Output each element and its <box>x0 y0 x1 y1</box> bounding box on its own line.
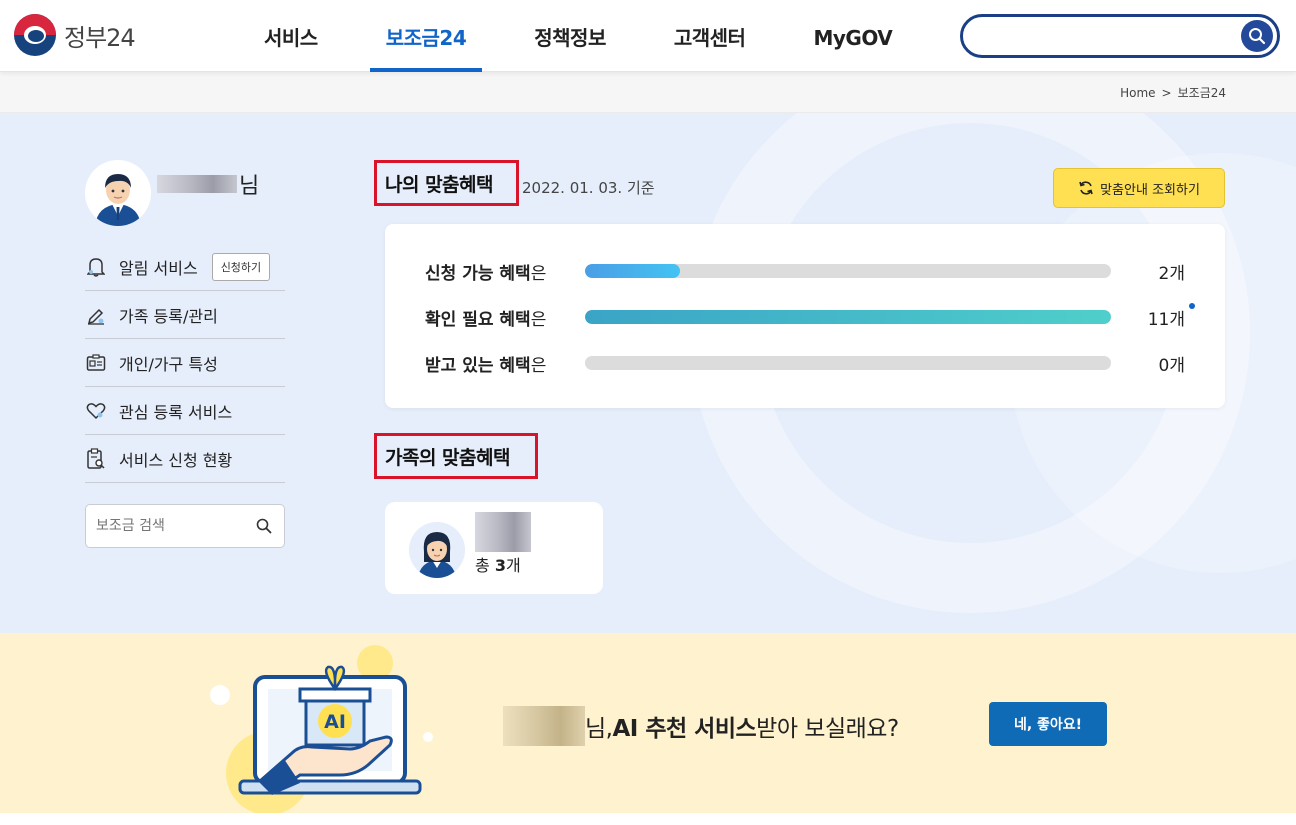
clipboard-search-icon <box>85 447 107 470</box>
top-header: 정부24 서비스 보조금24 정책정보 고객센터 MyGOV <box>0 0 1296 72</box>
svg-text:AI: AI <box>324 711 346 733</box>
user-avatar <box>85 160 151 226</box>
refresh-benefits-label: 맞춤안내 조회하기 <box>1100 182 1200 198</box>
subsidy-search-input[interactable] <box>96 515 246 537</box>
refresh-icon <box>1079 181 1093 195</box>
benefit-progress-fill <box>585 264 680 278</box>
breadcrumb-bar: Home > 보조금24 <box>0 72 1296 113</box>
family-member-card[interactable]: 총 3개 <box>385 502 603 594</box>
sidebar-item-interest[interactable]: 관심 등록 서비스 <box>85 387 285 435</box>
benefit-progress-track <box>585 264 1111 278</box>
sidebar-item-label: 알림 서비스 <box>119 258 198 278</box>
family-member-name <box>475 512 531 552</box>
logo-text: 정부24 <box>64 23 136 52</box>
family-benefits-title: 가족의 맞춤혜택 <box>374 433 538 479</box>
search-icon[interactable] <box>256 518 272 538</box>
accept-ai-button[interactable]: 네, 좋아요! <box>989 702 1107 746</box>
breadcrumb-current: 보조금24 <box>1177 86 1226 100</box>
benefit-label: 확인 필요 혜택은 <box>425 309 547 330</box>
chevron-right-icon: > <box>1161 85 1172 100</box>
notification-apply-button[interactable]: 신청하기 <box>211 252 271 281</box>
header-search-input[interactable] <box>960 14 1280 58</box>
search-icon <box>1249 28 1266 45</box>
my-benefits-card: 신청 가능 혜택은 2개 확인 필요 혜택은 11개 받고 있는 혜택은 0개 <box>385 224 1225 408</box>
my-benefits-title: 나의 맞춤혜택 <box>374 160 519 206</box>
ai-recommendation-banner: AI 님, AI 추천 서비스 받아 보실래요? 네, 좋아요! <box>0 633 1296 813</box>
sidebar-item-characteristics[interactable]: 개인/가구 특성 <box>85 339 285 387</box>
site-logo[interactable]: 정부24 <box>14 14 136 56</box>
breadcrumb: Home > 보조금24 <box>1120 84 1226 101</box>
user-name-suffix: 님 <box>239 174 260 199</box>
benefit-label: 받고 있는 혜택은 <box>425 355 547 376</box>
header-search-button[interactable] <box>1241 20 1273 52</box>
sidebar-item-family[interactable]: 가족 등록/관리 <box>85 291 285 339</box>
benefit-count: 0개 <box>1158 355 1185 376</box>
sidebar-item-label: 관심 등록 서비스 <box>119 402 233 422</box>
user-name: 님 <box>157 168 259 200</box>
footer-strip <box>0 813 1296 825</box>
sidebar-item-label: 가족 등록/관리 <box>119 306 218 326</box>
benefit-label: 신청 가능 혜택은 <box>425 263 547 284</box>
sidebar-item-label: 개인/가구 특성 <box>119 354 218 374</box>
new-badge-dot <box>1189 303 1195 309</box>
benefit-progress-track <box>585 310 1111 324</box>
benefit-row-receiving[interactable]: 받고 있는 혜택은 0개 <box>425 351 1185 376</box>
benefit-progress-fill <box>585 310 1111 324</box>
benefit-row-check-needed[interactable]: 확인 필요 혜택은 11개 <box>425 303 1195 330</box>
breadcrumb-home[interactable]: Home <box>1120 86 1155 100</box>
blurred-name <box>475 512 531 552</box>
nav-customer-center[interactable]: 고객센터 <box>640 0 780 72</box>
benefit-count: 11개 <box>1147 309 1185 330</box>
main-nav: 서비스 보조금24 정책정보 고객센터 MyGOV <box>230 0 926 72</box>
nav-service[interactable]: 서비스 <box>230 0 352 72</box>
banner-message: 님, AI 추천 서비스 받아 보실래요? <box>503 706 899 746</box>
pencil-icon <box>85 304 107 326</box>
subsidy-search-field <box>85 504 285 548</box>
nav-subsidy24[interactable]: 보조금24 <box>352 0 501 72</box>
main-content: 님 알림 서비스 신청하기 가족 등록/관리 개인/가구 특성 관심 등록 서비… <box>0 113 1296 633</box>
id-card-icon <box>85 352 107 374</box>
male-avatar-icon <box>85 160 151 226</box>
benefit-row-available[interactable]: 신청 가능 혜택은 2개 <box>425 259 1185 284</box>
benefit-progress-track <box>585 356 1111 370</box>
sidebar-item-label: 서비스 신청 현황 <box>119 450 233 470</box>
taeguk-logo-icon <box>14 14 56 56</box>
benefit-count: 2개 <box>1158 263 1185 284</box>
banner-highlight: AI 추천 서비스 <box>612 716 757 742</box>
sidebar-item-application-status[interactable]: 서비스 신청 현황 <box>85 435 285 483</box>
family-member-total: 총 3개 <box>475 556 521 575</box>
nav-mygov[interactable]: MyGOV <box>779 0 926 72</box>
ai-gift-laptop-illustration: AI <box>210 645 433 813</box>
benefits-date: 2022. 01. 03. 기준 <box>522 179 655 197</box>
heart-icon <box>85 400 107 422</box>
female-avatar-icon <box>409 522 465 578</box>
sidebar-menu: 알림 서비스 신청하기 가족 등록/관리 개인/가구 특성 관심 등록 서비스 <box>85 243 285 483</box>
bell-icon <box>85 256 107 278</box>
blurred-name <box>503 706 585 746</box>
sidebar-item-notification[interactable]: 알림 서비스 신청하기 <box>85 243 285 291</box>
nav-policy-info[interactable]: 정책정보 <box>500 0 640 72</box>
refresh-benefits-button[interactable]: 맞춤안내 조회하기 <box>1053 168 1225 208</box>
blurred-name <box>157 175 237 193</box>
